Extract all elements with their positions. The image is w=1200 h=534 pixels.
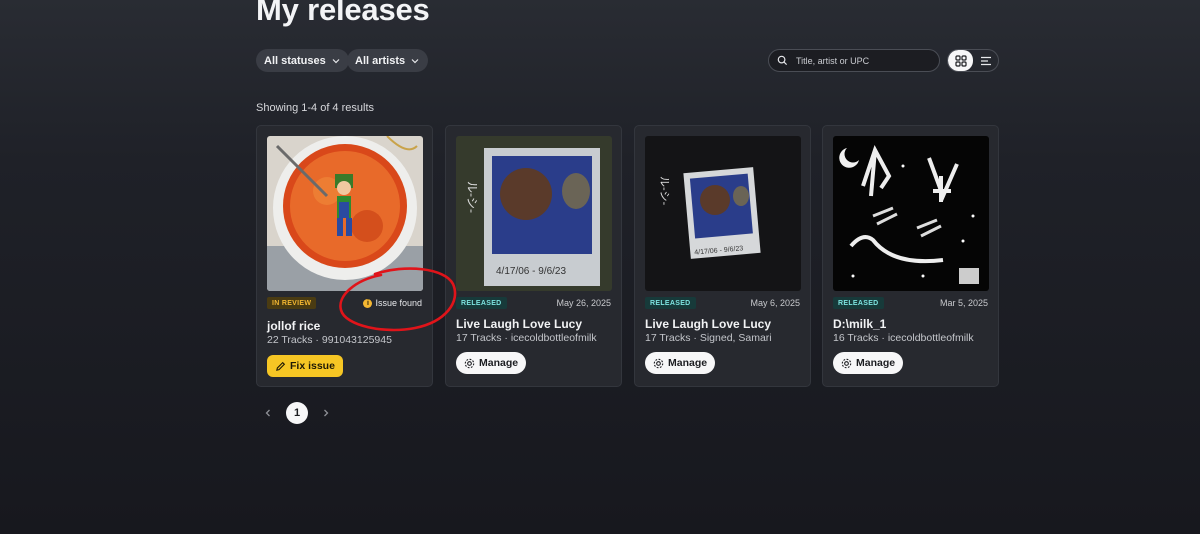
gear-icon: [841, 358, 852, 368]
list-view-button[interactable]: [973, 50, 998, 71]
manage-label: Manage: [668, 357, 708, 369]
prev-page-button[interactable]: [262, 407, 274, 419]
manage-label: Manage: [856, 357, 896, 369]
release-card[interactable]: 4/17/06 - 9/6/23 ル-シ- RELEASED May 6, 20…: [634, 125, 811, 387]
manage-button[interactable]: Manage: [456, 352, 527, 374]
release-title: jollof rice: [267, 319, 321, 333]
fix-issue-button[interactable]: Fix issue: [267, 355, 343, 377]
release-title: D:\milk_1: [833, 317, 887, 331]
release-subtitle: 22 Tracks · 991043125945: [267, 334, 392, 346]
status-badge: RELEASED: [456, 297, 507, 309]
artist-filter-dropdown[interactable]: All artists: [347, 49, 429, 72]
grid-icon: [954, 54, 967, 67]
artist-filter-label: All artists: [355, 54, 406, 67]
search-icon: [777, 55, 788, 66]
status-filter-dropdown[interactable]: All statuses: [256, 49, 349, 72]
manage-button[interactable]: Manage: [833, 352, 904, 374]
list-icon: [980, 56, 991, 65]
gear-icon: [653, 358, 664, 368]
results-count: Showing 1-4 of 4 results: [256, 102, 375, 114]
issue-indicator[interactable]: i Issue found: [363, 298, 422, 308]
chevron-down-icon: [411, 58, 419, 63]
page-title: My releases: [256, 0, 430, 27]
release-card[interactable]: 4/17/06 - 9/6/23 ル-シ- RELEASED May 26, 2…: [445, 125, 622, 387]
pencil-icon: [276, 361, 286, 371]
chevron-right-icon: [324, 409, 329, 417]
view-toggle: [947, 49, 999, 72]
pagination: 1: [262, 402, 332, 424]
release-title: Live Laugh Love Lucy: [645, 317, 772, 331]
release-date: May 6, 2025: [750, 298, 800, 308]
issue-text: Issue found: [375, 298, 422, 308]
manage-label: Manage: [479, 357, 519, 369]
album-art: 4/17/06 - 9/6/23 ル-シ-: [645, 136, 801, 291]
release-date: Mar 5, 2025: [939, 298, 988, 308]
svg-text:ル-シ-: ル-シ-: [658, 176, 670, 206]
svg-text:ル-シ-: ル-シ-: [465, 181, 479, 213]
svg-text:4/17/06 - 9/6/23: 4/17/06 - 9/6/23: [496, 266, 566, 277]
release-subtitle: 16 Tracks · icecoldbottleofmilk: [833, 332, 974, 344]
album-art: [833, 136, 989, 291]
fix-issue-label: Fix issue: [290, 360, 335, 372]
album-art: [267, 136, 423, 291]
next-page-button[interactable]: [320, 407, 332, 419]
chevron-left-icon: [265, 409, 270, 417]
album-art: 4/17/06 - 9/6/23 ル-シ-: [456, 136, 612, 291]
status-filter-label: All statuses: [264, 54, 326, 67]
release-subtitle: 17 Tracks · Signed, Samari: [645, 332, 772, 344]
search-box: [768, 49, 940, 72]
status-badge: RELEASED: [833, 297, 884, 309]
status-badge: IN REVIEW: [267, 297, 317, 309]
release-date: May 26, 2025: [556, 298, 611, 308]
release-title: Live Laugh Love Lucy: [456, 317, 583, 331]
manage-button[interactable]: Manage: [645, 352, 716, 374]
chevron-down-icon: [332, 58, 340, 63]
search-input[interactable]: [796, 55, 926, 66]
status-badge: RELEASED: [645, 297, 696, 309]
release-card[interactable]: RELEASED Mar 5, 2025 D:\milk_1 16 Tracks…: [822, 125, 999, 387]
grid-view-button[interactable]: [948, 50, 973, 71]
info-icon: i: [363, 298, 373, 308]
page-number-button[interactable]: 1: [286, 402, 308, 424]
release-card[interactable]: IN REVIEW i Issue found jollof rice 22 T…: [256, 125, 433, 387]
release-subtitle: 17 Tracks · icecoldbottleofmilk: [456, 332, 597, 344]
gear-icon: [464, 358, 475, 368]
